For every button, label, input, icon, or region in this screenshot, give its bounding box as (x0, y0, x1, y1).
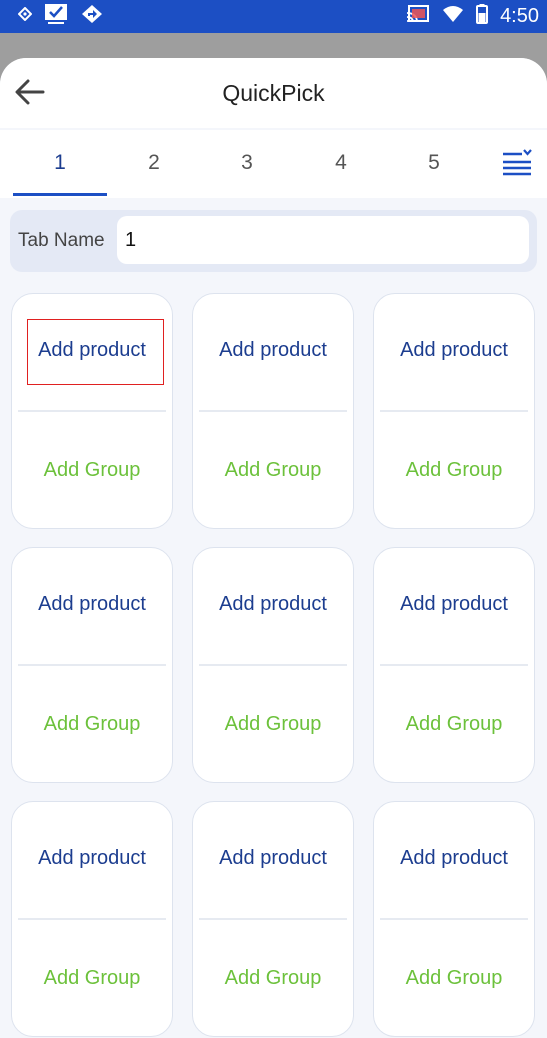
quickpick-sheet: QuickPick 1 2 3 4 5 Tab Name Add product… (0, 58, 547, 1038)
card-divider (18, 664, 166, 666)
card-divider (18, 918, 166, 920)
card-divider (380, 664, 528, 666)
list-collapse-icon (500, 149, 534, 180)
product-card: Add product Add Group (192, 547, 354, 783)
add-group-button[interactable]: Add Group (12, 688, 172, 760)
add-product-button[interactable]: Add product (12, 314, 172, 386)
add-product-button[interactable]: Add product (12, 822, 172, 894)
active-tab-indicator (13, 193, 107, 196)
product-card: Add product Add Group (11, 547, 173, 783)
add-group-button[interactable]: Add Group (12, 942, 172, 1014)
add-product-button[interactable]: Add product (374, 822, 534, 894)
tab-bar: 1 2 3 4 5 (0, 130, 547, 198)
header: QuickPick (0, 58, 547, 128)
tab-name-input[interactable] (117, 216, 529, 264)
status-right-icons: 4:50 (406, 4, 539, 29)
checkbox-notification-icon (44, 3, 68, 30)
add-product-button[interactable]: Add product (374, 568, 534, 640)
notification-diamond-icon (17, 6, 33, 26)
tab-5[interactable]: 5 (387, 130, 481, 198)
arrow-left-icon (15, 79, 45, 110)
product-card: Add product Add Group (373, 801, 535, 1037)
add-product-button[interactable]: Add product (193, 822, 353, 894)
card-divider (380, 410, 528, 412)
add-group-button[interactable]: Add Group (12, 434, 172, 506)
add-product-button[interactable]: Add product (193, 314, 353, 386)
add-product-button[interactable]: Add product (374, 314, 534, 386)
card-divider (199, 410, 347, 412)
cast-icon (406, 4, 430, 29)
tab-name-row: Tab Name (10, 210, 537, 272)
status-left-icons (17, 3, 104, 30)
product-card: Add product Add Group (192, 293, 354, 529)
add-group-button[interactable]: Add Group (193, 942, 353, 1014)
tab-2[interactable]: 2 (107, 130, 201, 198)
page-title: QuickPick (222, 80, 325, 106)
product-card: Add product Add Group (11, 293, 173, 529)
add-product-button[interactable]: Add product (12, 568, 172, 640)
add-group-button[interactable]: Add Group (374, 688, 534, 760)
tab-3[interactable]: 3 (200, 130, 294, 198)
tab-1[interactable]: 1 (13, 130, 107, 198)
tab-name-label: Tab Name (18, 230, 105, 251)
card-divider (380, 918, 528, 920)
add-group-button[interactable]: Add Group (374, 434, 534, 506)
tab-menu-button[interactable] (500, 148, 540, 182)
back-button[interactable] (12, 76, 48, 112)
product-card: Add product Add Group (192, 801, 354, 1037)
add-group-button[interactable]: Add Group (374, 942, 534, 1014)
card-divider (199, 918, 347, 920)
add-group-button[interactable]: Add Group (193, 688, 353, 760)
status-bar: 4:50 (0, 0, 547, 33)
directions-icon (80, 4, 104, 29)
wifi-icon (442, 5, 464, 28)
add-product-button[interactable]: Add product (193, 568, 353, 640)
product-card: Add product Add Group (11, 801, 173, 1037)
product-card: Add product Add Group (373, 547, 535, 783)
product-card: Add product Add Group (373, 293, 535, 529)
status-time: 4:50 (500, 5, 539, 27)
add-group-button[interactable]: Add Group (193, 434, 353, 506)
battery-icon (476, 4, 489, 29)
card-divider (199, 664, 347, 666)
card-divider (18, 410, 166, 412)
tab-4[interactable]: 4 (294, 130, 388, 198)
